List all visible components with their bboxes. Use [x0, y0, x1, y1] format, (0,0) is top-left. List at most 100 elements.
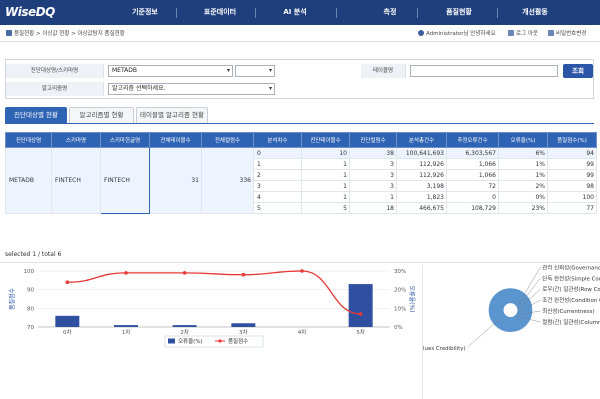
- change-password-text[interactable]: 비밀번호변경: [556, 31, 586, 37]
- error-rate-bar: [114, 325, 138, 327]
- search-panel: 진단대상명/스키마명 METADB ▾ ▾ 테이블명 조회 알고리즘명 알고리즘 …: [5, 59, 594, 99]
- target-label: 진단대상명/스키마명: [6, 64, 104, 78]
- cell-schema: FINTECH: [51, 147, 101, 214]
- error-rate-bar: [172, 325, 197, 327]
- menu-standard-data[interactable]: 표준데이터: [190, 0, 250, 25]
- error-rate-bar: [55, 315, 80, 327]
- schema-select[interactable]: ▾: [235, 65, 275, 77]
- tab-by-algorithm[interactable]: 알고리즘별 현황: [69, 107, 134, 123]
- cell-schema-kr[interactable]: FINTECH: [100, 147, 150, 214]
- table-input[interactable]: [410, 65, 558, 77]
- cell-quality-score: 100: [547, 191, 597, 203]
- cell-total-tables: 31: [149, 147, 202, 214]
- donut-slice-label: 로우(간) 일관성(Row Consis: [542, 285, 600, 293]
- column-header[interactable]: 스키마명: [51, 132, 101, 148]
- algorithm-select-value: 알고리즘 선택하세요.: [112, 85, 166, 92]
- quality-trend-chart: 7080901000%10%20%30%품질점수 오류율(%)0차 1차 2차 3차 4차…: [8, 269, 415, 348]
- cell-total-count: 466,675: [396, 202, 447, 214]
- cell-quality-score: 94: [547, 147, 597, 159]
- cell-quality-score: 98: [547, 180, 597, 192]
- y-tick-label: 80: [27, 306, 34, 312]
- column-header[interactable]: 분석차수: [253, 132, 302, 148]
- search-button[interactable]: 조회: [563, 64, 593, 78]
- quality-score-point: [358, 312, 363, 316]
- donut-hole: [504, 303, 517, 317]
- cell-tables: 1: [301, 169, 350, 181]
- breadcrumb-text: 품질현황 > 이상값 현황 > 이상값탐지 품질현황: [14, 31, 125, 37]
- donut-slice-label: lues Credibility): [423, 346, 466, 352]
- cell-columns: 38: [349, 147, 397, 159]
- donut-leader-line: [518, 267, 541, 305]
- donut-slice-label: 컬럼(간) 일관성(Column Co: [542, 318, 600, 326]
- column-header[interactable]: 진단대상명: [5, 132, 52, 148]
- tab-by-table-algorithm[interactable]: 테이블별 알고리즘 현황: [136, 107, 208, 123]
- cell-tables: 1: [301, 158, 350, 170]
- tab-by-target[interactable]: 진단대상별 현황: [5, 107, 67, 123]
- user-icon: [418, 30, 424, 36]
- legend-bar-label: 오류율(%): [178, 338, 203, 345]
- cell-tables: 5: [301, 202, 350, 214]
- y2-tick-label: 30%: [394, 269, 406, 275]
- app-logo[interactable]: WiseDQ: [5, 5, 55, 19]
- menu-measure[interactable]: 측정: [370, 0, 410, 25]
- logout-text[interactable]: 로그 아웃: [516, 31, 538, 37]
- cell-columns: 1: [349, 191, 397, 203]
- column-header[interactable]: 진단테이블수: [301, 132, 350, 148]
- menu-quality-status[interactable]: 품질현황: [434, 0, 484, 25]
- cell-columns: 3: [349, 158, 397, 170]
- legend-bar-swatch: [168, 338, 175, 344]
- menu-improvement[interactable]: 개선활동: [510, 0, 560, 25]
- cell-columns: 3: [349, 180, 397, 192]
- logout-link[interactable]: 로그 아웃: [508, 29, 538, 37]
- cell-error-rate: 0%: [498, 191, 548, 203]
- cell-error-count: 1,066: [446, 169, 499, 181]
- cell-quality-score: 77: [547, 202, 597, 214]
- cell-error-rate: 23%: [498, 202, 548, 214]
- cell-target: METADB: [5, 147, 52, 214]
- error-rate-bar: [231, 323, 256, 327]
- quality-score-line: [67, 270, 361, 315]
- chevron-down-icon: ▾: [268, 85, 272, 92]
- column-header[interactable]: 품질점수(%): [547, 132, 597, 148]
- lock-icon: [548, 30, 554, 36]
- cell-round: 5: [253, 202, 302, 214]
- cell-total-count: 100,641,693: [396, 147, 447, 159]
- column-header[interactable]: 진단컬럼수: [349, 132, 397, 148]
- y-tick-label: 100: [24, 269, 35, 275]
- target-select[interactable]: METADB ▾: [108, 65, 233, 77]
- donut-slice-label: 관리 신뢰성(Governance Cr: [542, 265, 600, 271]
- table-row[interactable]: METADB FINTECH FINTECH 31 336 0 10 38 10…: [5, 147, 597, 214]
- x-tick-label: 2차: [180, 328, 189, 336]
- cell-total-count: 3,198: [396, 180, 447, 192]
- cell-error-rate: 2%: [498, 180, 548, 192]
- x-tick-label: 5차: [356, 328, 365, 336]
- cell-round: 4: [253, 191, 302, 203]
- menu-divider: [336, 8, 337, 18]
- cell-total-count: 1,823: [396, 191, 447, 203]
- chevron-down-icon: ▾: [226, 67, 230, 74]
- error-rate-bar: [348, 284, 373, 327]
- algorithm-select[interactable]: 알고리즘 선택하세요. ▾: [108, 83, 275, 95]
- y2-tick-label: 20%: [394, 288, 406, 294]
- chart-divider: [0, 262, 600, 263]
- column-header[interactable]: 오류율(%): [498, 132, 548, 148]
- cell-round: 3: [253, 180, 302, 192]
- menu-ai-analysis[interactable]: AI 분석: [270, 0, 320, 25]
- cell-total-count: 112,926: [396, 158, 447, 170]
- selection-status: selected 1 / total 6: [5, 251, 62, 258]
- top-navigation: WiseDQ 기준정보 표준데이터 AI 분석 측정 품질현황 개선활동: [0, 0, 600, 25]
- x-tick-label: 0차: [63, 328, 72, 336]
- x-tick-label: 1차: [122, 328, 131, 336]
- x-tick-label: 4차: [298, 328, 307, 336]
- chevron-down-icon: ▾: [268, 67, 272, 74]
- menu-basic-info[interactable]: 기준정보: [120, 0, 170, 25]
- y-axis-label: 품질점수: [8, 287, 16, 310]
- column-header[interactable]: 전체컬럼수: [201, 132, 254, 148]
- column-header[interactable]: 스키마한글명: [100, 132, 150, 148]
- user-greeting: Administrator님 안녕하세요: [418, 29, 496, 37]
- column-header[interactable]: 분석총건수: [396, 132, 447, 148]
- menu-divider: [497, 8, 498, 18]
- column-header[interactable]: 전체테이블수: [149, 132, 202, 148]
- column-header[interactable]: 추정오류건수: [446, 132, 499, 148]
- change-password-link[interactable]: 비밀번호변경: [548, 29, 586, 37]
